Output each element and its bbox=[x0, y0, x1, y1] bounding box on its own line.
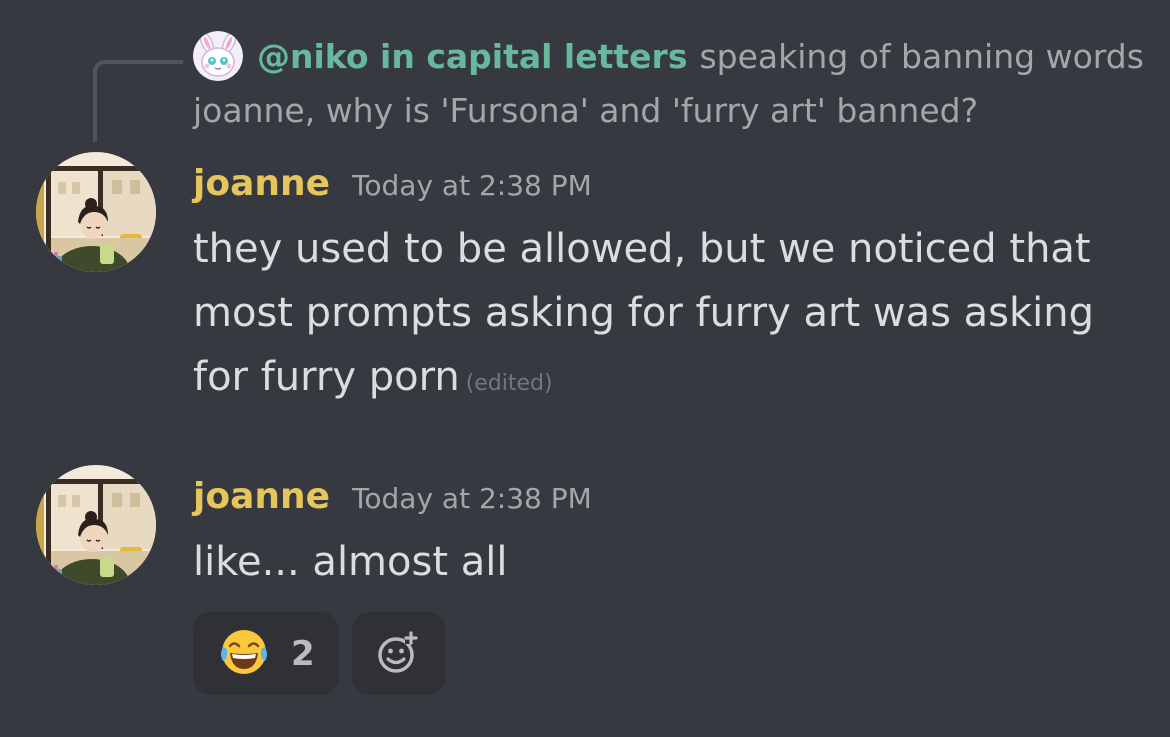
reply-connector-line bbox=[93, 60, 183, 142]
woman-with-drink-avatar-icon bbox=[36, 152, 156, 272]
timestamp[interactable]: Today at 2:38 PM bbox=[352, 482, 592, 515]
user-avatar[interactable] bbox=[36, 152, 156, 272]
message-header: joanne Today at 2:38 PM bbox=[193, 163, 592, 204]
message-body: they used to be allowed, but we noticed … bbox=[193, 217, 1143, 416]
add-reaction-smiley-icon bbox=[375, 628, 423, 680]
user-avatar[interactable] bbox=[36, 465, 156, 585]
reaction-count: 2 bbox=[291, 633, 315, 674]
message-body: like... almost all bbox=[193, 530, 1143, 594]
reply-author[interactable]: @niko in capital letters bbox=[257, 37, 687, 76]
edited-label: (edited) bbox=[465, 371, 553, 396]
chat-view: @niko in capital letters speaking of bann… bbox=[0, 0, 1170, 737]
woman-with-drink-avatar-icon bbox=[36, 465, 156, 585]
tears-of-joy-icon bbox=[217, 625, 271, 683]
add-reaction-button[interactable] bbox=[352, 612, 446, 695]
message-content: they used to be allowed, but we noticed … bbox=[193, 226, 1095, 400]
bunny-avatar-icon[interactable] bbox=[193, 31, 243, 81]
timestamp[interactable]: Today at 2:38 PM bbox=[352, 169, 592, 202]
reaction-button[interactable]: 2 bbox=[193, 612, 339, 695]
username[interactable]: joanne bbox=[193, 476, 330, 517]
username[interactable]: joanne bbox=[193, 163, 330, 204]
message-content: like... almost all bbox=[193, 539, 508, 585]
message-header: joanne Today at 2:38 PM bbox=[193, 476, 592, 517]
reply-preview[interactable]: @niko in capital letters speaking of bann… bbox=[193, 30, 1153, 138]
